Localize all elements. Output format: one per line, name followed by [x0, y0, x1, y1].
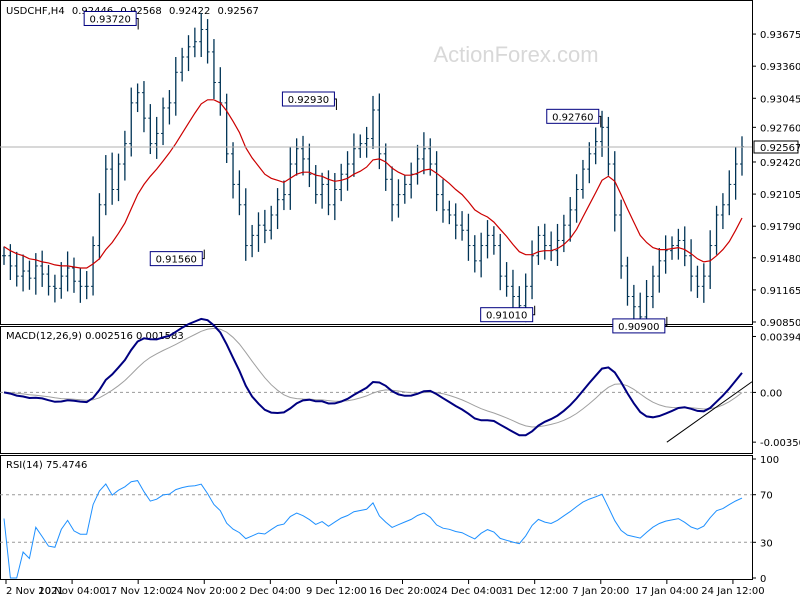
time-axis-label: 17 Nov 12:00 — [104, 586, 171, 597]
annotation-label: 0.90900 — [618, 322, 659, 333]
annotation-label: 0.91560 — [156, 255, 197, 266]
rsi-title: RSI(14) 75.4746 — [6, 460, 87, 471]
current-price-label: 0.92567 — [760, 143, 800, 154]
time-axis-label: 9 Dec 12:00 — [306, 586, 367, 597]
time-axis-label: 10 Nov 04:00 — [38, 586, 105, 597]
price-panel — [0, 0, 753, 325]
time-axis-label: 17 Jan 04:00 — [635, 586, 698, 597]
rsi-axis-label: 30 — [760, 538, 773, 549]
price-axis-label: 0.93360 — [760, 62, 800, 73]
rsi-panel — [0, 455, 753, 580]
time-axis: 2 Nov 202110 Nov 04:0017 Nov 12:0024 Nov… — [5, 580, 765, 597]
rsi-plot — [0, 480, 752, 579]
price-axis-label: 0.90850 — [760, 318, 800, 329]
macd-axis-label: -0.003506 — [760, 438, 800, 449]
price-axis-label: 0.93045 — [760, 94, 800, 105]
price-axis-label: 0.91790 — [760, 222, 800, 233]
rsi-line — [3, 480, 743, 579]
price-axis: 0.93675 0.93360 0.93045 0.92760 0.92420 0.921… — [752, 30, 800, 329]
time-axis-label: 16 Dec 20:00 — [369, 586, 436, 597]
time-axis-label: 31 Dec 12:00 — [501, 586, 568, 597]
time-axis-label: 2 Dec 04:00 — [240, 586, 301, 597]
annotation-label: 0.93720 — [89, 14, 130, 25]
rsi-axis-label: 100 — [760, 455, 779, 466]
price-axis-label: 0.93675 — [760, 30, 800, 41]
time-axis-label: 24 Nov 20:00 — [171, 586, 238, 597]
price-axis-label: 0.92420 — [760, 158, 800, 169]
time-axis-label: 24 Jan 12:00 — [701, 586, 764, 597]
macd-axis-label: 0.003944 — [760, 332, 800, 343]
rsi-axis: 100 70 30 0 — [752, 455, 779, 585]
price-axis-label: 0.91165 — [760, 286, 800, 297]
time-axis-label: 7 Jan 20:00 — [572, 586, 629, 597]
macd-title: MACD(12,26,9) 0.002516 0.001583 — [6, 331, 184, 342]
rsi-axis-label: 0 — [760, 574, 766, 585]
low-value: 0.92422 — [169, 6, 210, 17]
time-axis-label: 24 Dec 04:00 — [435, 586, 502, 597]
close-value: 0.92567 — [218, 6, 259, 17]
symbol-label: USDCHF,H4 — [6, 6, 65, 17]
annotation-label: 0.91010 — [486, 311, 527, 322]
price-axis-label: 0.92760 — [760, 123, 800, 134]
price-plot: 0.93720 0.92930 0.91560 0.91010 0.92760 0.909… — [0, 10, 752, 334]
macd-axis-label: 0.00 — [760, 388, 782, 399]
price-axis-label: 0.92105 — [760, 190, 800, 201]
macd-signal-line — [3, 327, 743, 428]
rsi-axis-label: 70 — [760, 491, 773, 502]
chart-canvas: ActionForex.com USDCHF,H4 0.92446 0.9256… — [0, 0, 800, 597]
macd-trendline — [666, 381, 753, 443]
macd-axis: 0.003944 0.00 -0.003506 — [752, 332, 800, 449]
annotation-label: 0.92760 — [552, 112, 593, 123]
watermark: ActionForex.com — [433, 42, 598, 67]
price-axis-label: 0.91480 — [760, 254, 800, 265]
annotation-label: 0.92930 — [288, 95, 329, 106]
